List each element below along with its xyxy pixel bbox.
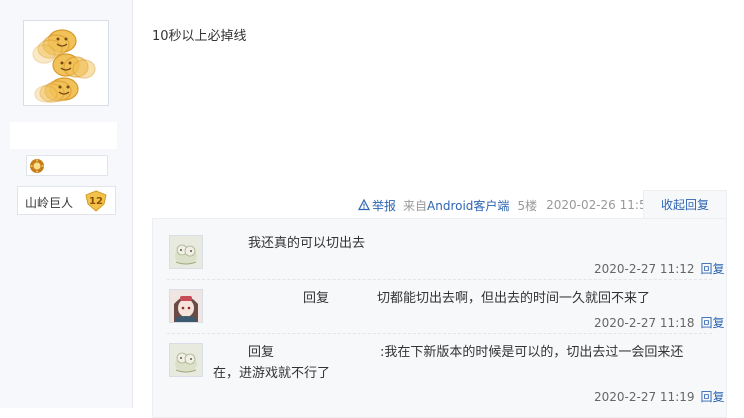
reply-meta: 2020-2-27 11:12 回复 [594, 260, 725, 277]
level-name: 山岭巨人 [25, 196, 74, 210]
reply-time: 2020-2-27 11:12 [594, 262, 695, 276]
reply-word: 回复 [248, 345, 275, 360]
device-info: 来自Android客户端 [403, 197, 509, 214]
username-redacted[interactable] [10, 122, 117, 149]
level-shield-icon: 12 [85, 190, 107, 212]
sun-badge-icon [30, 159, 44, 173]
badge-slot [26, 155, 108, 176]
reply-text-line2: 在，进游戏就不行了 [213, 366, 331, 381]
reply-button[interactable]: 回复 [701, 390, 725, 404]
reply-word: 回复 [303, 291, 330, 306]
reply-header: 回复 [303, 288, 329, 309]
user-avatar[interactable] [23, 20, 109, 106]
reply-divider [167, 279, 712, 280]
user-info-column: 山岭巨人 12 [0, 0, 133, 408]
reply-time: 2020-2-27 11:18 [594, 316, 695, 330]
reply-text: 切都能切出去啊，但出去的时间一久就回不来了 [377, 291, 651, 306]
reply-button[interactable]: 回复 [701, 316, 725, 330]
floor-number: 5楼 [517, 198, 538, 213]
reply-time: 2020-2-27 11:19 [594, 390, 695, 404]
reply-button[interactable]: 回复 [701, 262, 725, 276]
post-content: 10秒以上必掉线 [152, 29, 247, 44]
reply-avatar-image [170, 290, 202, 322]
level-number: 12 [89, 196, 103, 207]
user-level-badge[interactable]: 山岭巨人 12 [17, 186, 116, 215]
avatar-image [32, 29, 96, 103]
reply-list: 我还真的可以切出去 2020-2-27 11:12 回复 回复 切都能切出去啊，但… [152, 218, 727, 418]
report-label: 举报 [372, 198, 397, 213]
reply-avatar-image [170, 236, 202, 268]
reply-avatar[interactable] [169, 343, 203, 377]
device-prefix: 来自 [403, 198, 428, 213]
reply-text-line1: :我在下新版本的时候是可以的，切出去过一会回来还 [380, 345, 684, 360]
device-link[interactable]: Android客户端 [427, 199, 509, 213]
reply-meta: 2020-2-27 11:19 回复 [594, 388, 725, 405]
reply-avatar[interactable] [169, 235, 203, 269]
post-meta: 举报 来自Android客户端 5楼 2020-02-26 11:52 [358, 196, 654, 214]
warning-icon [358, 199, 370, 211]
reply-avatar[interactable] [169, 289, 203, 323]
reply-text: 我还真的可以切出去 [248, 236, 366, 251]
reply-header: 回复 [248, 342, 274, 363]
reply-avatar-image [170, 344, 202, 376]
report-link[interactable]: 举报 [358, 197, 396, 214]
collapse-replies-button[interactable]: 收起回复 [643, 190, 727, 218]
reply-divider [167, 333, 712, 334]
reply-meta: 2020-2-27 11:18 回复 [594, 314, 725, 331]
post-timestamp: 2020-02-26 11:52 [546, 198, 655, 212]
